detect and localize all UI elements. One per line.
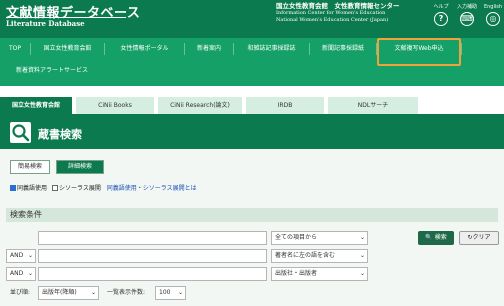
search-icon	[10, 122, 31, 143]
synonym-checkbox[interactable]	[10, 185, 16, 191]
synonym-help-link[interactable]: 同義語使用・シソーラス展開とは	[107, 185, 197, 192]
search-term-input-1[interactable]	[38, 231, 267, 245]
nav-item-nwec[interactable]: 国立女性教育会館	[31, 38, 104, 59]
chevron-down-icon: ⌄	[359, 234, 365, 241]
nav-item-newspaper-articles[interactable]: 新聞記事採録紙	[310, 38, 376, 59]
nav-item-new-arrivals[interactable]: 新着案内	[185, 38, 233, 59]
thesaurus-label: シソーラス展開	[58, 185, 101, 192]
header-utility-links: ヘルプ ? 入力補助 ⌨ English ◎	[428, 3, 504, 35]
count-select-value: 100	[159, 289, 171, 296]
sort-select[interactable]: 出版年(降順) ⌄	[38, 286, 99, 300]
tab-cinii-books[interactable]: CiNii Books	[76, 97, 154, 114]
sort-select-value: 出版年(降順)	[42, 289, 77, 296]
help-icon: ?	[434, 12, 448, 26]
search-button[interactable]: 🔍 検索	[418, 231, 454, 245]
conditions-heading: 検索条件	[10, 210, 42, 219]
english-link[interactable]: English ◎	[480, 3, 504, 26]
chevron-down-icon: ⌄	[90, 289, 96, 296]
simple-search-button[interactable]: 簡易検索	[10, 160, 50, 174]
clear-button[interactable]: ↻クリア	[459, 231, 499, 245]
field-select-3-value: 出版社・出版者	[275, 270, 318, 277]
detailed-search-button[interactable]: 詳細検索	[56, 160, 104, 174]
field-select-1[interactable]: 全ての項目から ⌄	[271, 231, 368, 245]
search-term-input-2[interactable]	[38, 249, 267, 263]
conditions-header-bar	[6, 208, 498, 222]
logo-underline	[6, 17, 126, 18]
chevron-down-icon: ⌄	[177, 289, 183, 296]
clear-button-label: クリア	[472, 234, 491, 241]
site-header: 文献情報データベース Literature Database 国立女性教育会館 …	[0, 0, 504, 38]
synonym-label: 同義語使用	[17, 185, 48, 192]
input-assist-link[interactable]: 入力補助 ⌨	[454, 3, 480, 26]
count-label: 一覧表示件数:	[107, 289, 146, 296]
org-name-en-1: Information Center for Women's Education	[276, 10, 386, 16]
count-select[interactable]: 100 ⌄	[155, 286, 186, 300]
search-options: 同義語使用 シソーラス展開 同義語使用・シソーラス展開とは	[10, 184, 197, 194]
help-label: ヘルプ	[433, 4, 449, 10]
chevron-down-icon: ⌄	[359, 252, 365, 259]
tab-irdb[interactable]: IRDB	[246, 97, 324, 114]
search-icon: 🔍	[425, 234, 433, 241]
field-select-2[interactable]: 著者名に左の語を含む ⌄	[271, 249, 368, 263]
main-navigation: TOP 国立女性教育会館 女性情報ポータル 新着案内 和雑誌記事採録誌 新聞記事…	[0, 38, 504, 86]
field-select-1-value: 全ての項目から	[275, 234, 318, 241]
database-tabs: 国立女性教育会館 CiNii Books CiNii Research(論文) …	[0, 97, 504, 114]
chevron-down-icon: ⌄	[27, 252, 33, 259]
org-name-en-2: National Women's Education Center (Japan…	[276, 17, 389, 23]
search-term-input-3[interactable]	[38, 267, 267, 281]
operator-select-1-value: AND	[10, 252, 24, 259]
nav-item-top[interactable]: TOP	[0, 38, 30, 59]
tab-ndl-search[interactable]: NDLサーチ	[328, 97, 418, 114]
help-link[interactable]: ヘルプ ?	[428, 3, 454, 26]
operator-select-2[interactable]: AND ⌄	[6, 267, 36, 281]
nav-item-magazine-articles[interactable]: 和雑誌記事採録誌	[234, 38, 309, 59]
english-label: English	[483, 4, 503, 10]
tab-cinii-research[interactable]: CiNii Research(論文)	[158, 97, 242, 114]
thesaurus-checkbox[interactable]	[51, 185, 58, 191]
chevron-down-icon: ⌄	[27, 270, 33, 277]
keyboard-icon: ⌨	[460, 12, 474, 26]
organization-name[interactable]: 国立女性教育会館 女性教育情報センター Information Center f…	[276, 3, 426, 24]
globe-icon: ◎	[486, 12, 500, 26]
nav-highlight-box	[377, 38, 461, 66]
field-select-3[interactable]: 出版社・出版者 ⌄	[271, 267, 368, 281]
tab-nwec[interactable]: 国立女性教育会館	[0, 97, 72, 114]
logo-subtitle: Literature Database	[6, 19, 85, 28]
nav-divider	[461, 43, 462, 55]
operator-select-2-value: AND	[10, 270, 24, 277]
search-button-label: 検索	[434, 234, 447, 241]
sort-label: 並び順:	[10, 289, 31, 296]
nav-item-portal[interactable]: 女性情報ポータル	[105, 38, 184, 59]
page-title-bar: 蔵書検索	[0, 117, 504, 149]
input-assist-label: 入力補助	[456, 4, 477, 10]
operator-select-1[interactable]: AND ⌄	[6, 249, 36, 263]
chevron-down-icon: ⌄	[359, 270, 365, 277]
org-name-jp: 国立女性教育会館 女性教育情報センター	[276, 2, 400, 10]
page-title: 蔵書検索	[38, 128, 82, 141]
nav-item-alert-service[interactable]: 新着資料アラートサービス	[0, 60, 104, 81]
field-select-2-value: 著者名に左の語を含む	[275, 252, 336, 259]
